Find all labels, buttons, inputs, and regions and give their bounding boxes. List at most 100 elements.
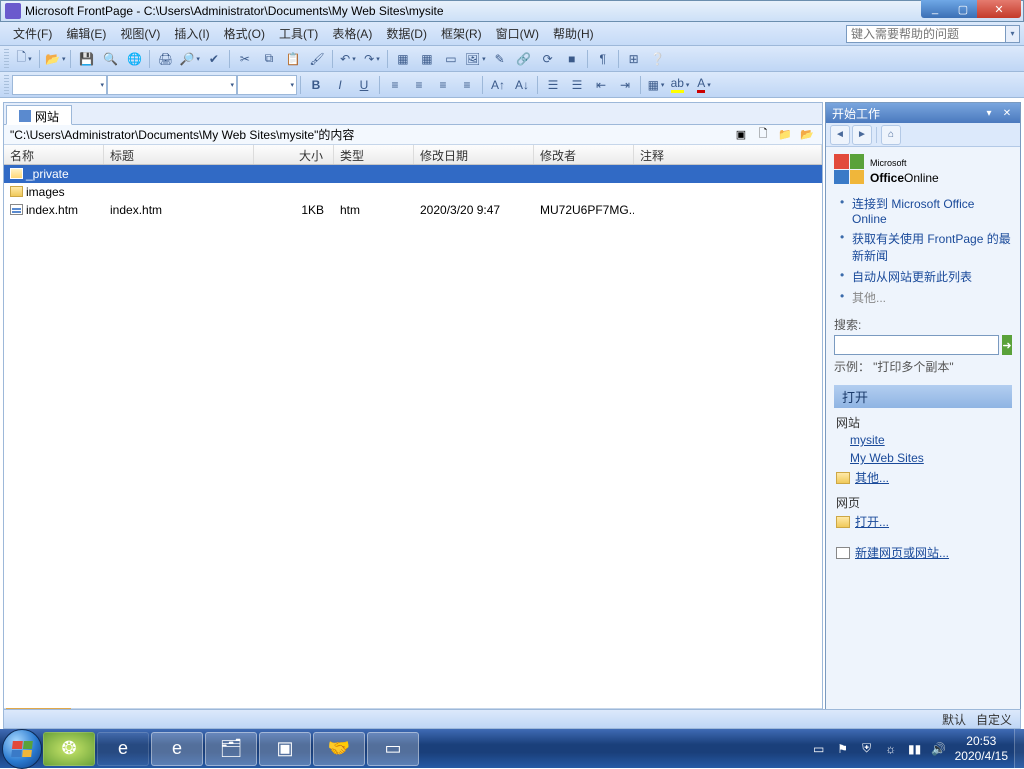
new-page-site-link[interactable]: 新建网页或网站... — [855, 544, 949, 561]
show-layer-button[interactable]: ⊞ — [623, 48, 645, 70]
tray-lang-icon[interactable]: ▭ — [811, 741, 827, 757]
layer-button[interactable]: ▭ — [440, 48, 462, 70]
italic-button[interactable]: I — [329, 74, 351, 96]
tray-shield-icon[interactable]: ⛨ — [859, 741, 875, 757]
copy-button[interactable]: ⧉ — [258, 48, 280, 70]
picture-button[interactable]: 🖼▾ — [464, 48, 487, 70]
menu-insert[interactable]: 插入(I) — [167, 23, 216, 44]
status-custom[interactable]: 自定义 — [976, 711, 1012, 728]
open-page-link[interactable]: 打开... — [855, 513, 889, 530]
taskbar-explorer[interactable]: 🗂 — [205, 732, 257, 766]
bullet-list-button[interactable]: ☰ — [566, 74, 588, 96]
up-folder-icon[interactable]: 📂 — [798, 127, 816, 143]
menu-view[interactable]: 视图(V) — [113, 23, 167, 44]
link-more[interactable]: 其他... — [852, 291, 886, 305]
menu-frame[interactable]: 框架(R) — [434, 23, 489, 44]
help-search-input[interactable] — [846, 25, 1006, 43]
task-nav-home[interactable]: ⌂ — [881, 125, 901, 145]
tray-network-icon[interactable]: ▮▮ — [907, 741, 923, 757]
new-button[interactable]: 🗋▾ — [13, 48, 35, 70]
cut-button[interactable]: ✂ — [234, 48, 256, 70]
font-color-button[interactable]: A▾ — [693, 74, 715, 96]
save-button[interactable]: 💾 — [75, 48, 97, 70]
task-pane-dropdown[interactable]: ▾ — [982, 106, 996, 120]
toolbar-grip[interactable] — [4, 49, 9, 69]
start-button[interactable] — [2, 729, 42, 769]
bold-button[interactable]: B — [305, 74, 327, 96]
open-button[interactable]: 📂▾ — [44, 48, 66, 70]
number-list-button[interactable]: ☰ — [542, 74, 564, 96]
menu-tools[interactable]: 工具(T) — [272, 23, 325, 44]
task-pane-search-input[interactable] — [834, 335, 999, 355]
find-button[interactable]: 🔍 — [99, 48, 121, 70]
webcomponent-button[interactable]: ▦ — [392, 48, 414, 70]
show-all-button[interactable]: ¶ — [592, 48, 614, 70]
file-row[interactable]: images — [4, 183, 822, 201]
help-button[interactable]: ❔ — [647, 48, 669, 70]
tray-flag-icon[interactable]: ⚑ — [835, 741, 851, 757]
drawing-button[interactable]: ✎ — [489, 48, 511, 70]
task-pane-close[interactable]: ✕ — [1000, 106, 1014, 120]
link-auto-update[interactable]: 自动从网站更新此列表 — [852, 270, 972, 284]
col-header-notes[interactable]: 注释 — [634, 145, 822, 164]
link-frontpage-news[interactable]: 获取有关使用 FrontPage 的最新新闻 — [852, 232, 1011, 263]
menu-file[interactable]: 文件(F) — [6, 23, 59, 44]
menu-window[interactable]: 窗口(W) — [489, 23, 546, 44]
refresh-button[interactable]: ⟳ — [537, 48, 559, 70]
style-combo[interactable]: ▾ — [12, 75, 107, 95]
borders-button[interactable]: ▦▾ — [645, 74, 667, 96]
maximize-button[interactable]: ▢ — [949, 0, 977, 18]
taskbar-ie[interactable]: e — [97, 732, 149, 766]
redo-button[interactable]: ↷▾ — [361, 48, 383, 70]
highlight-button[interactable]: ab▾ — [669, 74, 691, 96]
menu-table[interactable]: 表格(A) — [325, 23, 379, 44]
taskbar-app-6[interactable]: ▭ — [367, 732, 419, 766]
format-painter-button[interactable]: 🖌 — [306, 48, 328, 70]
status-default[interactable]: 默认 — [942, 711, 966, 728]
publish-button[interactable]: 🌐 — [123, 48, 145, 70]
tray-update-icon[interactable]: ☼ — [883, 741, 899, 757]
show-desktop-button[interactable] — [1014, 729, 1024, 768]
taskbar-frontpage[interactable]: ▣ — [259, 732, 311, 766]
indent-button[interactable]: ⇥ — [614, 74, 636, 96]
tray-volume-icon[interactable]: 🔊 — [931, 741, 947, 757]
align-center-button[interactable]: ≡ — [408, 74, 430, 96]
underline-button[interactable]: U — [353, 74, 375, 96]
col-header-title[interactable]: 标题 — [104, 145, 254, 164]
menu-data[interactable]: 数据(D) — [379, 23, 434, 44]
col-header-name[interactable]: 名称 — [4, 145, 104, 164]
menu-format[interactable]: 格式(O) — [217, 23, 272, 44]
col-header-type[interactable]: 类型 — [334, 145, 414, 164]
file-row[interactable]: index.htmindex.htm1KBhtm2020/3/20 9:47MU… — [4, 201, 822, 219]
table-button[interactable]: ▦ — [416, 48, 438, 70]
fontsize-combo[interactable]: ▾ — [237, 75, 297, 95]
task-pane-search-go[interactable]: ➜ — [1002, 335, 1012, 355]
link-connect-office[interactable]: 连接到 Microsoft Office Online — [852, 197, 974, 226]
tray-clock[interactable]: 20:53 2020/4/15 — [955, 734, 1008, 764]
taskbar-app-5[interactable]: 🤝 — [313, 732, 365, 766]
taskbar-browser[interactable]: e — [151, 732, 203, 766]
hyperlink-button[interactable]: 🔗 — [513, 48, 535, 70]
task-nav-forward[interactable]: ► — [852, 125, 872, 145]
open-site-mysite[interactable]: mysite — [850, 433, 885, 447]
taskbar-app-1[interactable]: ❂ — [43, 732, 95, 766]
menu-edit[interactable]: 编辑(E) — [59, 23, 113, 44]
open-site-mywebsites[interactable]: My Web Sites — [850, 451, 924, 465]
preview-button[interactable]: 🔎▾ — [178, 48, 200, 70]
increase-font-button[interactable]: A↑ — [487, 74, 509, 96]
spellcheck-button[interactable]: ✔ — [203, 48, 225, 70]
print-button[interactable]: 🖨 — [154, 48, 176, 70]
task-nav-back[interactable]: ◄ — [830, 125, 850, 145]
open-site-more[interactable]: 其他... — [855, 469, 889, 486]
col-header-size[interactable]: 大小 — [254, 145, 334, 164]
align-right-button[interactable]: ≡ — [432, 74, 454, 96]
align-justify-button[interactable]: ≡ — [456, 74, 478, 96]
toolbar-grip[interactable] — [4, 75, 9, 95]
help-search-dropdown[interactable]: ▾ — [1006, 25, 1020, 43]
decrease-font-button[interactable]: A↓ — [511, 74, 533, 96]
col-header-moddate[interactable]: 修改日期 — [414, 145, 534, 164]
font-combo[interactable]: ▾ — [107, 75, 237, 95]
menu-help[interactable]: 帮助(H) — [546, 23, 601, 44]
file-list[interactable]: 名称 标题 大小 类型 修改日期 修改者 注释 _privateimagesin… — [4, 145, 822, 708]
outdent-button[interactable]: ⇤ — [590, 74, 612, 96]
